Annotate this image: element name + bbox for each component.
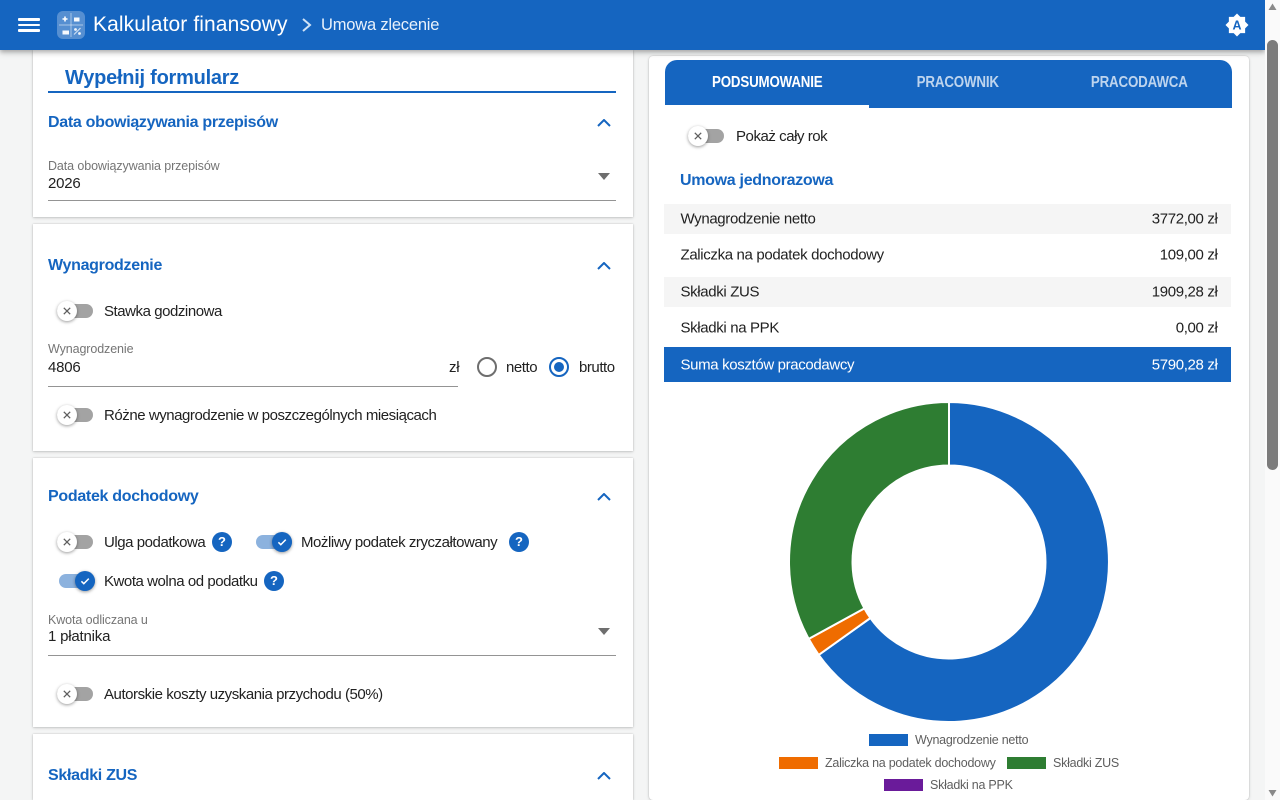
svg-text:A: A: [1232, 19, 1241, 33]
